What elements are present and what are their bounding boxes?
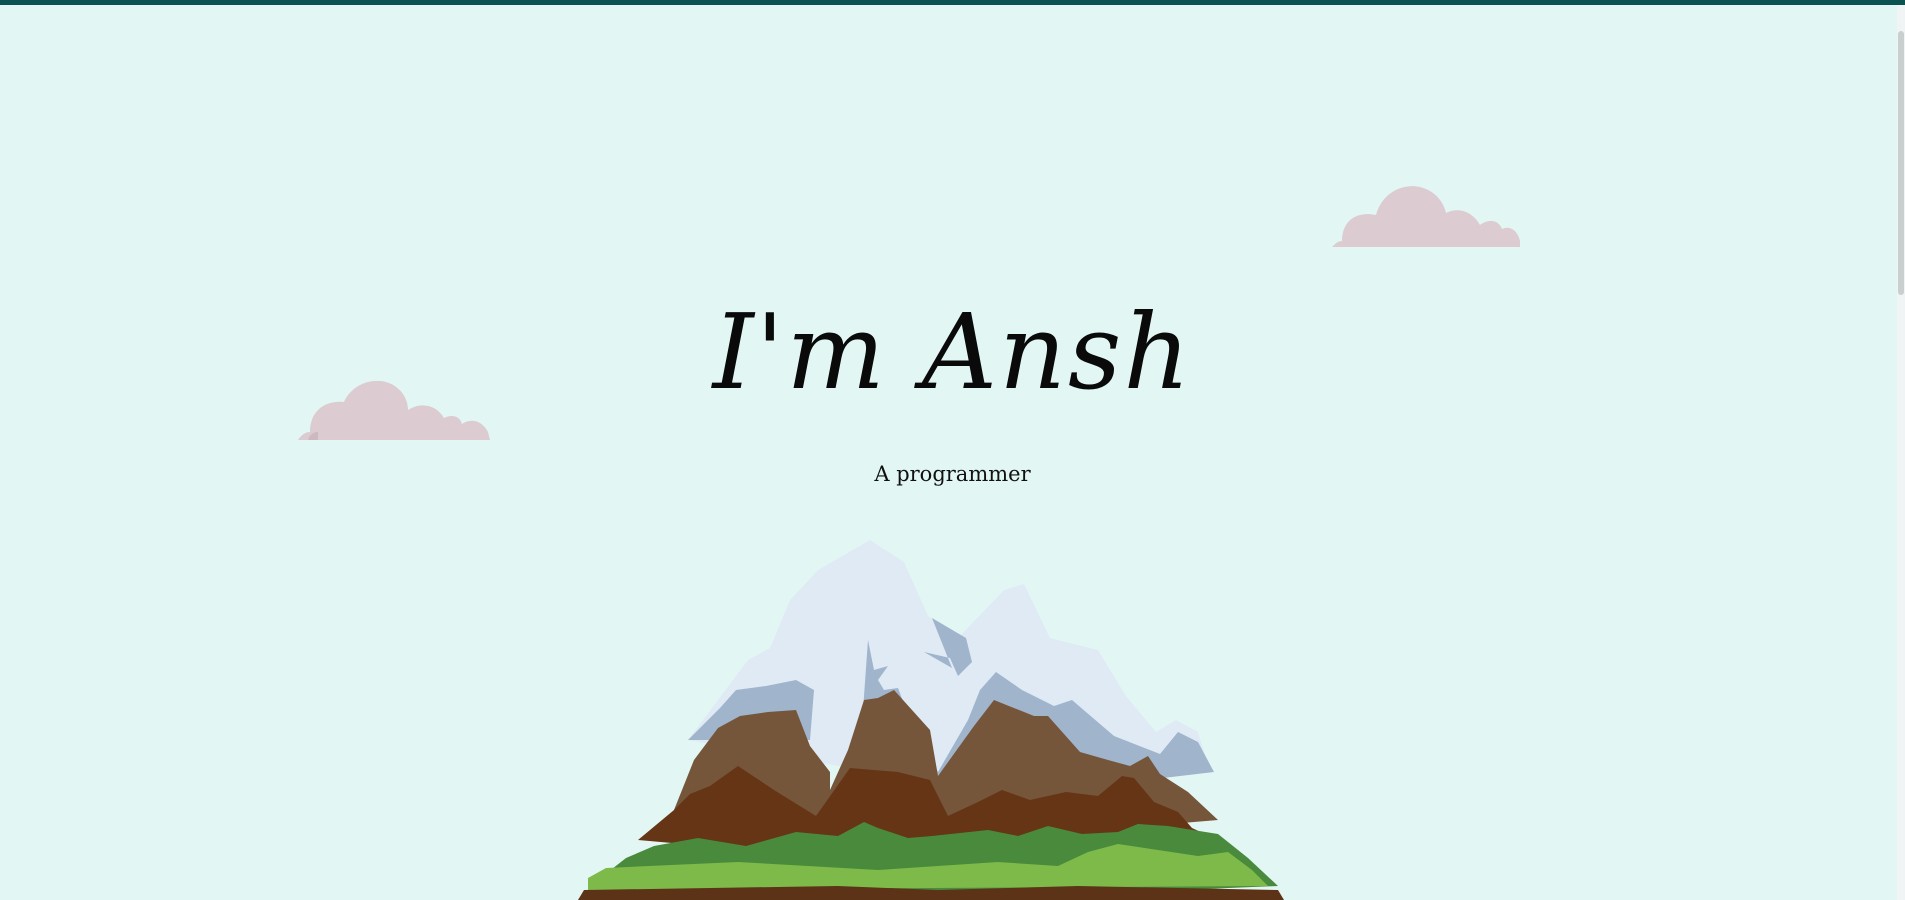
cloud-icon (1332, 186, 1520, 247)
hero-title: I'm Ansh (712, 291, 1193, 413)
scrollbar-thumb[interactable] (1898, 31, 1904, 295)
top-accent-bar (0, 0, 1905, 5)
hero-subtitle: A programmer (874, 462, 1031, 486)
mountain-illustration (578, 540, 1284, 900)
vertical-scrollbar[interactable] (1897, 5, 1905, 900)
